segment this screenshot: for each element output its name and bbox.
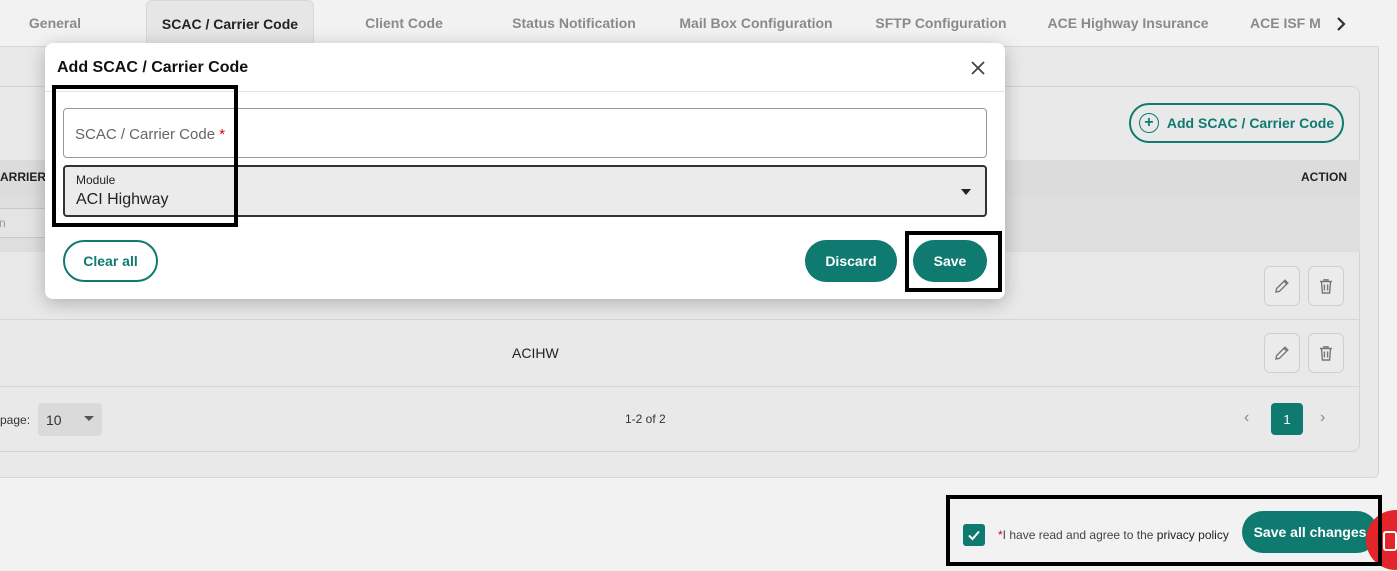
privacy-policy-link[interactable]: privacy policy [1157,528,1229,542]
tab-bar: General SCAC / Carrier Code Client Code … [0,0,1397,46]
trash-icon [1320,279,1332,294]
tab-scac-carrier-code[interactable]: SCAC / Carrier Code [146,0,314,46]
consent-label: I have read and agree to the [1002,528,1157,542]
caret-down-icon [84,416,94,421]
privacy-consent-text: *I have read and agree to the privacy po… [998,528,1229,542]
tab-status-notification[interactable]: Status Notification [508,0,640,46]
pencil-icon [1275,346,1289,360]
tab-general[interactable]: General [20,0,90,46]
clear-all-button[interactable]: Clear all [63,240,158,282]
rows-per-page-label: page: [0,413,31,427]
rows-per-page-select[interactable]: 10 [38,403,102,436]
trash-icon [1320,346,1332,361]
caret-down-icon [961,189,971,195]
add-button-label: Add SCAC / Carrier Code [1166,115,1335,131]
plus-circle-icon: + [1138,113,1159,133]
modal-title: Add SCAC / Carrier Code [57,59,249,76]
module-value: ACI Highway [76,191,169,208]
discard-button[interactable]: Discard [805,240,897,282]
pagination-range: 1-2 of 2 [625,412,666,426]
scac-carrier-code-placeholder: SCAC / Carrier Code * [75,126,226,143]
feedback-icon [1383,531,1397,551]
tab-client-code[interactable]: Client Code [360,0,448,46]
chevron-left-icon[interactable]: ‹ [1244,409,1249,427]
chevron-right-icon[interactable]: › [1320,409,1325,427]
tab-sftp-configuration[interactable]: SFTP Configuration [872,0,1010,46]
save-all-changes-button[interactable]: Save all changes [1242,511,1378,553]
settings-page: General SCAC / Carrier Code Client Code … [0,0,1397,571]
edit-button[interactable] [1264,333,1300,373]
add-scac-carrier-code-button[interactable]: + Add SCAC / Carrier Code [1129,103,1344,143]
rows-per-page-value: 10 [46,411,62,428]
add-scac-modal: Add SCAC / Carrier Code SCAC / Carrier C… [45,43,1005,299]
tab-ace-highway-insurance[interactable]: ACE Highway Insurance [1047,0,1208,46]
tab-ace-isf[interactable]: ACE ISF M [1250,0,1324,46]
page-button-current[interactable]: 1 [1271,403,1303,435]
module-cell: ACIHW [512,345,559,361]
modal-divider [45,91,1005,92]
check-icon [968,530,980,541]
module-select[interactable]: Module ACI Highway [63,165,987,217]
column-header-action: ACTION [1301,170,1347,184]
tab-mail-box-configuration[interactable]: Mail Box Configuration [679,0,832,46]
table-row [0,320,1360,387]
edit-button[interactable] [1264,266,1300,306]
scac-carrier-code-input[interactable]: SCAC / Carrier Code * [63,108,987,158]
delete-button[interactable] [1308,266,1344,306]
save-button[interactable]: Save [913,240,987,282]
chevron-right-icon[interactable] [1331,14,1351,34]
privacy-consent-checkbox[interactable] [963,524,985,546]
pencil-icon [1275,279,1289,293]
module-label: Module [76,173,116,187]
close-icon[interactable] [967,57,989,79]
delete-button[interactable] [1308,333,1344,373]
